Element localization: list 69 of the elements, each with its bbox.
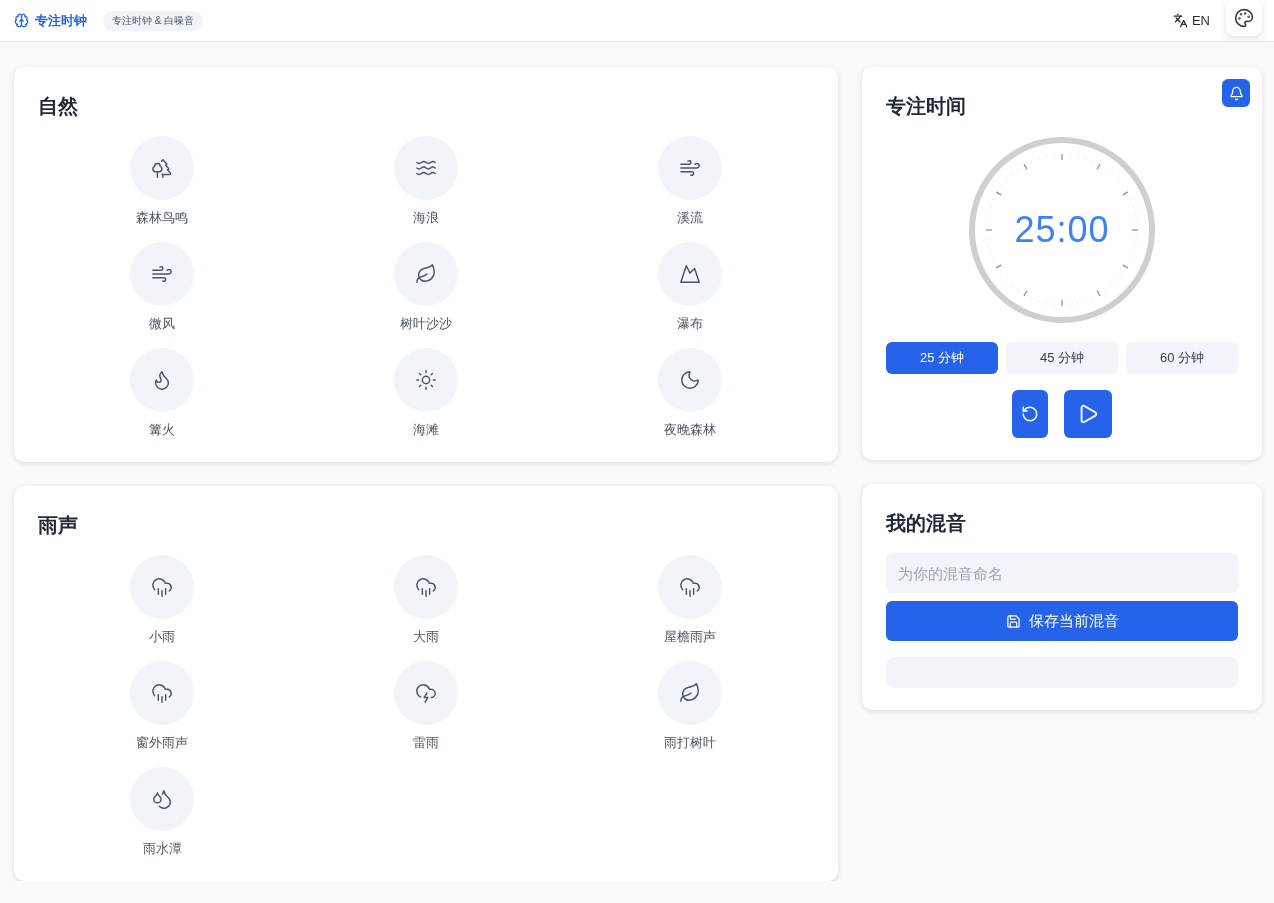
sound-toggle[interactable]: 雨水潭 [38, 767, 286, 859]
sound-toggle[interactable]: 树叶沙沙 [302, 242, 550, 334]
sound-label: 海浪 [413, 209, 439, 227]
sound-toggle[interactable]: 窗外雨声 [38, 661, 286, 753]
rain-icon [151, 576, 173, 598]
tagline-tag: 专注时钟 & 白噪音 [103, 10, 204, 31]
wind-icon [151, 263, 173, 285]
sound-toggle[interactable]: 小雨 [38, 555, 286, 647]
sound-label: 屋檐雨声 [664, 628, 716, 646]
language-button[interactable]: EN [1172, 13, 1210, 28]
wind-icon [679, 157, 701, 179]
save-mix-button[interactable]: 保存当前混音 [886, 601, 1238, 641]
droplets-icon [151, 788, 173, 810]
palette-icon [1234, 7, 1254, 28]
leaf-icon [679, 682, 701, 704]
theme-button[interactable] [1226, 0, 1262, 36]
brand-name: 专注时钟 [35, 11, 87, 30]
sound-label: 树叶沙沙 [400, 315, 452, 333]
sound-toggle[interactable]: 微风 [38, 242, 286, 334]
reset-icon [1021, 405, 1039, 423]
sound-toggle[interactable]: 雷雨 [302, 661, 550, 753]
sound-label: 窗外雨声 [136, 734, 188, 752]
sound-label: 篝火 [149, 421, 175, 439]
translate-icon [1172, 13, 1188, 28]
sound-toggle[interactable]: 雨打树叶 [566, 661, 814, 753]
sound-toggle[interactable]: 森林鸟鸣 [38, 136, 286, 228]
category-title: 雨声 [38, 513, 79, 538]
sound-label: 森林鸟鸣 [136, 209, 188, 227]
sound-label: 海滩 [413, 421, 439, 439]
bell-icon [1228, 85, 1244, 101]
brain-icon [14, 13, 29, 28]
rain-icon [679, 576, 701, 598]
sound-toggle[interactable]: 瀑布 [566, 242, 814, 334]
rain-icon [151, 682, 173, 704]
sound-label: 小雨 [149, 628, 175, 646]
reset-button[interactable] [1012, 390, 1048, 438]
sound-label: 雷雨 [413, 734, 439, 752]
notification-button[interactable] [1222, 79, 1250, 107]
duration-button[interactable]: 25 分钟 [886, 342, 998, 374]
sound-toggle[interactable]: 海滩 [302, 348, 550, 440]
sound-label: 夜晚森林 [664, 421, 716, 439]
sound-label: 溪流 [677, 209, 703, 227]
trees-icon [151, 157, 173, 179]
sound-label: 大雨 [413, 628, 439, 646]
sound-toggle[interactable]: 夜晚森林 [566, 348, 814, 440]
sound-label: 雨打树叶 [664, 734, 716, 752]
duration-button[interactable]: 45 分钟 [1006, 342, 1118, 374]
category-title: 自然 [38, 94, 79, 119]
sound-toggle[interactable]: 海浪 [302, 136, 550, 228]
timer-title: 专注时间 [886, 94, 967, 119]
mix-name-field[interactable]: 为你的混音命名 [886, 553, 1238, 593]
rain-icon [415, 576, 437, 598]
sound-label: 雨水潭 [142, 840, 182, 858]
moon-icon [679, 369, 701, 391]
sound-label: 瀑布 [677, 315, 703, 333]
duration-button[interactable]: 60 分钟 [1126, 342, 1238, 374]
play-button[interactable] [1064, 390, 1112, 438]
timer-time: 25:00 [1014, 209, 1110, 251]
sun-icon [415, 369, 437, 391]
sound-label: 微风 [149, 315, 175, 333]
sound-toggle[interactable]: 篝火 [38, 348, 286, 440]
sound-toggle[interactable]: 大雨 [302, 555, 550, 647]
mountain-icon [679, 263, 701, 285]
sound-toggle[interactable]: 屋檐雨声 [566, 555, 814, 647]
mix-title: 我的混音 [886, 511, 967, 536]
sound-toggle[interactable]: 溪流 [566, 136, 814, 228]
save-icon [1005, 613, 1021, 629]
leaf-icon [415, 263, 437, 285]
storm-icon [415, 682, 437, 704]
